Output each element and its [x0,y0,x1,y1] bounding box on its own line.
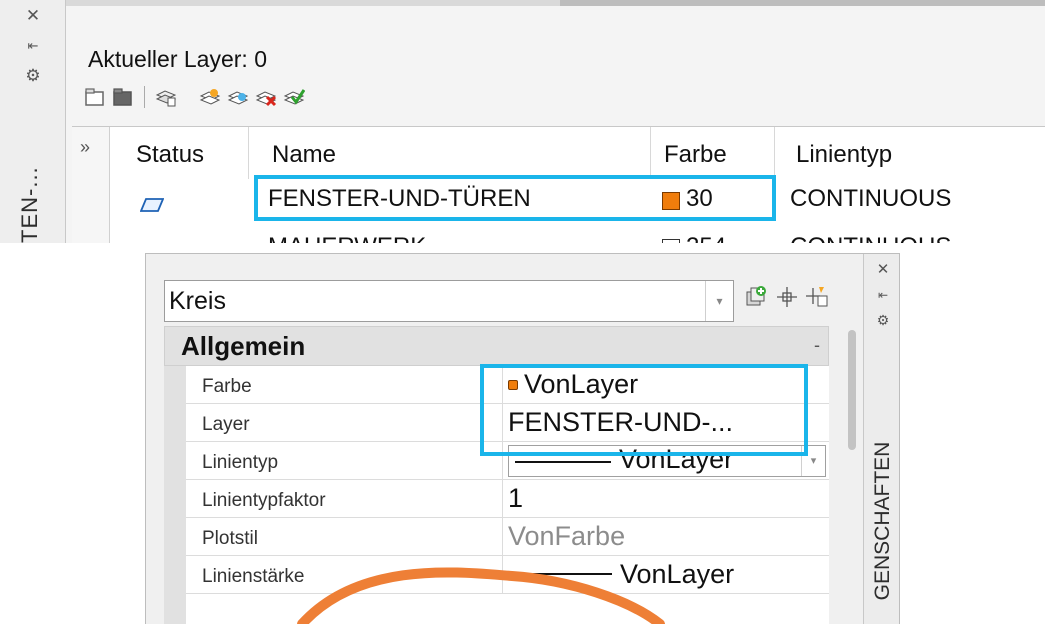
new-layer-vp-frozen-icon[interactable] [227,86,249,108]
layer-name: MAUERWERK [268,233,426,243]
object-type-select[interactable]: Kreis ▾ [164,280,734,322]
lineweight-sample [516,573,612,575]
layer-panel-title: TEN-... [17,166,42,243]
column-header-linetype[interactable]: Linientyp [796,141,892,169]
layer-toolbar [84,84,306,110]
close-icon[interactable]: ✕ [0,6,66,26]
current-layer-label: Aktueller Layer: 0 [88,46,267,72]
quick-select-icon[interactable] [804,284,830,310]
layer-linetype[interactable]: CONTINUOUS [790,233,951,243]
column-header-status[interactable]: Status [136,141,204,169]
select-objects-icon[interactable] [774,284,800,310]
pin-icon[interactable]: ⇤ [0,38,66,54]
layer-properties-manager: ✕ ⇤ ⚙ TEN-... Aktueller Layer: 0 » Statu… [0,0,1045,243]
category-header-general[interactable]: Allgemein - [164,326,829,366]
collapse-category-button[interactable]: - [814,335,820,356]
scrollbar-thumb[interactable] [848,330,856,450]
collapse-filter-tree-button[interactable]: » [72,127,110,243]
new-group-filter-icon[interactable] [112,86,134,108]
properties-scrollbar[interactable] [846,326,860,624]
properties-panel-title: GENSCHAFTEN [871,441,894,601]
layer-status-icon [139,191,165,212]
column-header-name[interactable]: Name [272,141,336,169]
new-layer-filter-icon[interactable] [84,86,106,108]
layer-states-icon[interactable] [155,86,177,108]
category-label: Allgemein [181,331,306,361]
settings-icon[interactable]: ⚙ [864,312,899,329]
new-layer-icon[interactable] [199,86,221,108]
layer-linetype[interactable]: CONTINUOUS [790,185,951,213]
highlight-box [254,175,776,221]
delete-layer-icon[interactable] [255,86,277,108]
property-row-linetype-scale[interactable]: Linientypfaktor 1 [186,480,829,518]
set-current-icon[interactable] [283,86,306,108]
properties-palette: Kreis ▾ Allgemein - Farbe VonLayer Layer… [145,253,900,624]
chevron-down-icon[interactable]: ▾ [705,281,733,321]
properties-grid: Allgemein - Farbe VonLayer Layer FENSTER… [164,326,829,624]
column-header-color[interactable]: Farbe [664,141,727,169]
property-row-lineweight[interactable]: Linienstärke VonLayer [186,556,829,594]
highlight-box [480,364,808,456]
layer-color-index: 254 [686,233,726,243]
layer-color-swatch[interactable] [662,239,680,243]
object-type-value: Kreis [169,287,226,315]
close-icon[interactable]: ✕ [864,260,899,278]
layer-panel-side-strip: ✕ ⇤ ⚙ TEN-... [0,0,66,243]
pin-icon[interactable]: ⇤ [864,288,899,302]
linetype-sample [515,461,611,463]
settings-icon[interactable]: ⚙ [0,66,66,86]
layer-list: » Status Name Farbe Linientyp FENSTER-UN… [72,126,1045,243]
properties-side-strip: ✕ ⇤ ⚙ GENSCHAFTEN [863,254,899,624]
property-row-plot-style[interactable]: Plotstil VonFarbe [186,518,829,556]
toggle-pickadd-icon[interactable] [744,284,770,310]
